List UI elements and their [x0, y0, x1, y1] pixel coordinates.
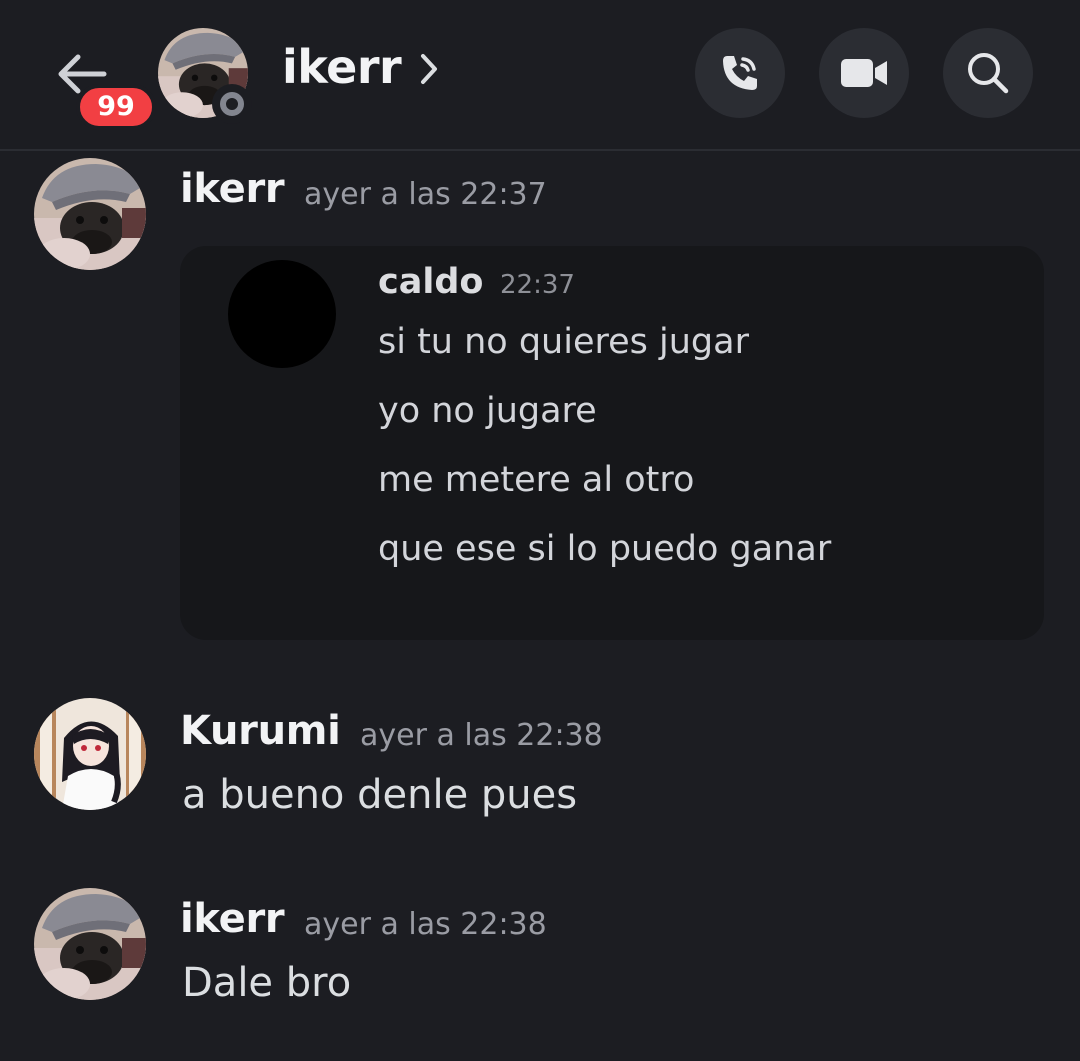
message-timestamp: ayer a las 22:38: [304, 907, 547, 942]
pug-avatar-image: [34, 888, 146, 1000]
avatar[interactable]: [34, 888, 146, 1000]
message-text: a bueno denle pues: [182, 772, 578, 818]
avatar[interactable]: [34, 698, 146, 810]
embed-line: que ese si lo puedo ganar: [378, 529, 832, 569]
embed-line: si tu no quieres jugar: [378, 322, 749, 362]
offline-status-icon: [212, 84, 252, 124]
message-timestamp: ayer a las 22:38: [360, 718, 603, 753]
message-text: Dale bro: [182, 960, 352, 1006]
message-author[interactable]: Kurumi: [180, 708, 341, 754]
channel-title-button[interactable]: ikerr: [282, 40, 439, 94]
search-icon: [968, 53, 1009, 94]
video-call-button[interactable]: [819, 28, 909, 118]
embed-timestamp: 22:37: [500, 270, 575, 300]
unread-badge: 99: [76, 84, 156, 130]
message-author[interactable]: ikerr: [180, 166, 285, 212]
embed-author: caldo: [378, 262, 484, 302]
voice-call-button[interactable]: [695, 28, 785, 118]
video-camera-icon: [841, 59, 887, 87]
avatar[interactable]: [34, 158, 146, 270]
chevron-right-icon: [421, 54, 438, 84]
search-button[interactable]: [943, 28, 1033, 118]
phone-call-icon: [723, 56, 757, 90]
header-divider: [0, 149, 1080, 151]
channel-name: ikerr: [282, 40, 402, 94]
message-timestamp: ayer a las 22:37: [304, 177, 547, 212]
pug-avatar-image: [34, 158, 146, 270]
chat-header: 99 ikerr: [0, 0, 1080, 150]
avatar: [228, 260, 336, 368]
embed-line: me metere al otro: [378, 460, 695, 500]
kurumi-avatar-image: [34, 698, 146, 810]
message-author[interactable]: ikerr: [180, 896, 285, 942]
embed-line: yo no jugare: [378, 391, 597, 431]
embedded-screenshot[interactable]: caldo 22:37 si tu no quieres jugar yo no…: [180, 246, 1044, 640]
